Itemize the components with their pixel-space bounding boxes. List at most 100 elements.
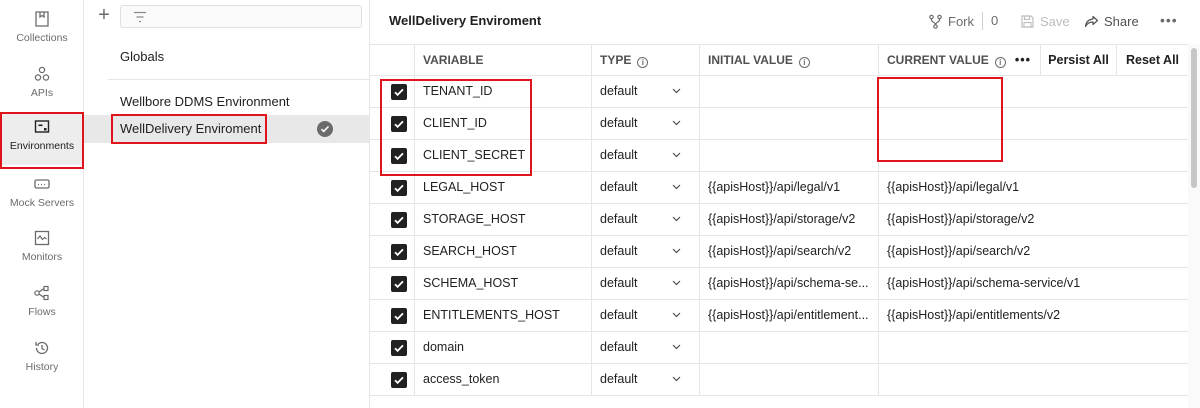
initial-value-cell[interactable] [699, 76, 878, 107]
share-button[interactable]: Share [1084, 12, 1139, 30]
scrollbar-thumb[interactable] [1191, 48, 1197, 188]
initial-value-cell[interactable]: {{apisHost}}/api/schema-se... [699, 268, 878, 299]
environment-item-wellbore[interactable]: Wellbore DDMS Environment [84, 88, 370, 116]
checkmark-icon [394, 344, 404, 353]
variable-name-cell[interactable]: SCHEMA_HOST [414, 268, 591, 299]
initial-value-cell[interactable] [699, 140, 878, 171]
column-current-value: CURRENT VALUE i [878, 45, 1006, 76]
row-enabled-checkbox[interactable] [391, 308, 407, 324]
type-select[interactable]: default [591, 364, 699, 395]
initial-value-cell[interactable] [699, 108, 878, 139]
sidebar-rail: Collections APIs Environments Mock Serve… [0, 0, 84, 408]
initial-value-cell[interactable]: {{apisHost}}/api/entitlement... [699, 300, 878, 331]
variable-name-cell[interactable]: ENTITLEMENTS_HOST [414, 300, 591, 331]
rail-item-flows[interactable]: Flows [0, 278, 84, 328]
row-enabled-checkbox[interactable] [391, 116, 407, 132]
row-enabled-checkbox[interactable] [391, 212, 407, 228]
fork-button[interactable]: Fork [928, 12, 974, 30]
rail-item-collections[interactable]: Collections [0, 4, 84, 54]
save-button[interactable]: Save [1020, 12, 1070, 30]
table-header: VARIABLE TYPE i INITIAL VALUE i CURRENT VA… [370, 44, 1188, 76]
type-select[interactable]: default [591, 140, 699, 171]
row-enable-cell [370, 140, 414, 171]
table-row: CLIENT_SECRET default [370, 140, 1188, 172]
info-icon[interactable]: i [798, 57, 810, 68]
row-enable-cell [370, 172, 414, 203]
current-value-cell[interactable]: {{apisHost}}/api/schema-service/v1 [878, 268, 1188, 299]
row-enable-cell [370, 204, 414, 235]
row-enabled-checkbox[interactable] [391, 148, 407, 164]
environment-item-welldelivery[interactable]: WellDelivery Enviroment [84, 115, 370, 143]
chevron-down-icon [672, 216, 681, 222]
mock-servers-icon [34, 179, 50, 189]
history-icon [35, 341, 49, 355]
rail-item-environments[interactable]: Environments [0, 112, 84, 169]
rail-label: Collections [16, 32, 68, 44]
environment-toolbar: + [84, 0, 370, 34]
rail-item-monitors[interactable]: Monitors [0, 223, 84, 273]
info-icon[interactable]: i [994, 57, 1006, 68]
type-value: default [600, 116, 638, 130]
type-select[interactable]: default [591, 268, 699, 299]
type-select[interactable]: default [591, 108, 699, 139]
current-value-cell[interactable]: {{apisHost}}/api/legal/v1 [878, 172, 1188, 203]
current-value-cell[interactable]: {{apisHost}}/api/entitlements/v2 [878, 300, 1188, 331]
row-enable-cell [370, 332, 414, 363]
row-enabled-checkbox[interactable] [391, 372, 407, 388]
variable-name-cell[interactable]: domain [414, 332, 591, 363]
rail-item-apis[interactable]: APIs [0, 59, 84, 109]
variable-name-cell[interactable]: access_token [414, 364, 591, 395]
initial-value-cell[interactable]: {{apisHost}}/api/storage/v2 [699, 204, 878, 235]
rail-item-mock-servers[interactable]: Mock Servers [0, 169, 84, 219]
type-select[interactable]: default [591, 332, 699, 363]
current-value-cell[interactable]: {{apisHost}}/api/search/v2 [878, 236, 1188, 267]
current-value-cell[interactable] [878, 76, 1188, 107]
row-enabled-checkbox[interactable] [391, 244, 407, 260]
type-value: default [600, 340, 638, 354]
environment-filter-input[interactable] [120, 5, 362, 28]
initial-value-cell[interactable] [699, 332, 878, 363]
checkmark-icon [394, 120, 404, 129]
variable-name-cell[interactable]: STORAGE_HOST [414, 204, 591, 235]
initial-value-cell[interactable] [699, 364, 878, 395]
rail-item-history[interactable]: History [0, 333, 84, 383]
active-environment-check-icon[interactable] [317, 121, 333, 137]
row-enabled-checkbox[interactable] [391, 276, 407, 292]
column-more-button[interactable]: ••• [1006, 45, 1040, 76]
table-scrollbar[interactable] [1188, 44, 1200, 408]
current-value-cell[interactable] [878, 364, 1188, 395]
row-enabled-checkbox[interactable] [391, 340, 407, 356]
variable-name-cell[interactable]: CLIENT_ID [414, 108, 591, 139]
more-options-button[interactable]: ••• [1160, 12, 1178, 28]
add-environment-button[interactable]: + [94, 4, 114, 26]
row-enabled-checkbox[interactable] [391, 180, 407, 196]
environments-icon [34, 120, 50, 133]
current-value-cell[interactable] [878, 332, 1188, 363]
variable-name-cell[interactable]: TENANT_ID [414, 76, 591, 107]
type-select[interactable]: default [591, 300, 699, 331]
table-row: access_token default [370, 364, 1188, 396]
column-label: INITIAL VALUE [708, 53, 793, 67]
plus-icon: + [98, 4, 110, 26]
type-select[interactable]: default [591, 204, 699, 235]
initial-value-cell[interactable]: {{apisHost}}/api/legal/v1 [699, 172, 878, 203]
chevron-down-icon [672, 88, 681, 94]
current-value-cell[interactable] [878, 108, 1188, 139]
env-divider [108, 79, 370, 80]
type-select[interactable]: default [591, 172, 699, 203]
globals-item[interactable]: Globals [84, 43, 370, 71]
variable-name-cell[interactable]: LEGAL_HOST [414, 172, 591, 203]
current-value-cell[interactable]: {{apisHost}}/api/storage/v2 [878, 204, 1188, 235]
fork-icon [929, 14, 942, 29]
type-select[interactable]: default [591, 236, 699, 267]
current-value-cell[interactable] [878, 140, 1188, 171]
rail-label: Mock Servers [9, 197, 75, 209]
persist-all-button[interactable]: Persist All [1040, 45, 1116, 76]
info-icon[interactable]: i [637, 57, 649, 68]
variable-name-cell[interactable]: CLIENT_SECRET [414, 140, 591, 171]
row-enabled-checkbox[interactable] [391, 84, 407, 100]
variable-name-cell[interactable]: SEARCH_HOST [414, 236, 591, 267]
type-select[interactable]: default [591, 76, 699, 107]
reset-all-button[interactable]: Reset All [1116, 45, 1188, 76]
initial-value-cell[interactable]: {{apisHost}}/api/search/v2 [699, 236, 878, 267]
